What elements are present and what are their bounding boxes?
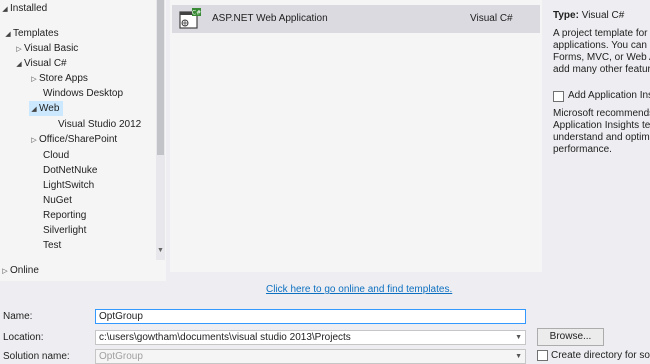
tree-item-label: Visual Studio 2012 — [58, 119, 142, 130]
collapse-arrow-icon[interactable]: ◢ — [3, 27, 13, 42]
name-input[interactable]: OptGroup — [95, 309, 526, 324]
app-insights-line: Application Insights tel — [553, 120, 650, 131]
tree-item-online[interactable]: ▷ Online — [0, 263, 39, 278]
tree-item-test[interactable]: Test — [43, 238, 61, 253]
solution-name-value: OptGroup — [99, 351, 143, 362]
location-combobox[interactable]: c:\users\gowtham\documents\visual studio… — [95, 330, 526, 345]
tree-item-store-apps[interactable]: ▷ Store Apps — [29, 71, 88, 86]
template-tree: ◢ Installed ◢ Templates ▷ Visual Basic ◢ Vis… — [0, 0, 166, 281]
tree-item-lightswitch[interactable]: LightSwitch — [43, 178, 94, 193]
tree-item-label: Online — [10, 265, 39, 276]
collapse-arrow-icon[interactable]: ◢ — [29, 102, 39, 117]
browse-button[interactable]: Browse... — [537, 328, 604, 346]
template-name: ASP.NET Web Application — [212, 13, 328, 24]
app-insights-label: Add Application Ins — [568, 90, 650, 101]
app-insights-line: Microsoft recommends — [553, 108, 650, 119]
tree-item-label: Templates — [13, 28, 59, 39]
tree-scrollbar-thumb[interactable] — [157, 0, 164, 155]
tree-item-label: Visual Basic — [24, 43, 79, 54]
tree-item-visual-studio-2012[interactable]: Visual Studio 2012 — [58, 117, 141, 132]
tree-item-label: Store Apps — [39, 73, 88, 84]
tree-item-silverlight[interactable]: Silverlight — [43, 223, 86, 238]
dropdown-arrow-icon[interactable]: ▼ — [515, 331, 522, 344]
description-line: applications. You can c — [553, 40, 650, 51]
template-list — [170, 0, 542, 272]
expand-arrow-icon[interactable]: ▷ — [29, 72, 39, 87]
expand-arrow-icon[interactable]: ▷ — [0, 264, 10, 279]
app-insights-line: performance. — [553, 144, 612, 155]
expand-arrow-icon[interactable]: ▷ — [29, 133, 39, 148]
solution-name-label: Solution name: — [3, 351, 70, 362]
description-line: A project template for c — [553, 28, 650, 39]
tree-item-label: Installed — [10, 3, 48, 14]
svg-text:C#: C# — [192, 10, 201, 17]
collapse-arrow-icon[interactable]: ◢ — [14, 57, 24, 72]
location-value: c:\users\gowtham\documents\visual studio… — [99, 332, 351, 343]
type-value: Visual C# — [581, 10, 625, 21]
app-insights-line: understand and optimi — [553, 132, 650, 143]
tree-item-dotnetnuke[interactable]: DotNetNuke — [43, 163, 97, 178]
tree-item-templates[interactable]: ◢ Templates — [3, 26, 59, 42]
description-line: add many other feature — [553, 64, 650, 75]
solution-name-input[interactable]: OptGroup ▼ — [95, 349, 526, 364]
name-label: Name: — [3, 311, 33, 322]
template-language: Visual C# — [470, 13, 513, 24]
tree-item-windows-desktop[interactable]: Windows Desktop — [43, 86, 123, 101]
dropdown-arrow-icon[interactable]: ▼ — [515, 350, 522, 363]
tree-item-label: Cloud — [43, 150, 70, 161]
find-templates-online-link[interactable]: Click here to go online and find templat… — [266, 284, 452, 295]
tree-item-label: DotNetNuke — [43, 165, 98, 176]
create-directory-label: Create directory for solu — [551, 350, 650, 361]
tree-item-label: NuGet — [43, 195, 72, 206]
location-label: Location: — [3, 332, 44, 343]
aspnet-web-app-icon: C# — [179, 8, 201, 30]
tree-item-visual-csharp[interactable]: ◢ Visual C# — [14, 56, 67, 72]
scroll-down-arrow-icon[interactable]: ▼ — [156, 246, 165, 256]
collapse-arrow-icon[interactable]: ◢ — [0, 2, 10, 17]
tree-item-label: Reporting — [43, 210, 87, 221]
expand-arrow-icon[interactable]: ▷ — [14, 42, 24, 57]
tree-item-label: Silverlight — [43, 225, 87, 236]
app-insights-checkbox[interactable] — [553, 91, 564, 102]
tree-item-cloud[interactable]: Cloud — [43, 148, 69, 163]
tree-item-reporting[interactable]: Reporting — [43, 208, 86, 223]
tree-item-web[interactable]: ◢ Web — [29, 101, 64, 117]
tree-item-office-sharepoint[interactable]: ▷ Office/SharePoint — [29, 132, 117, 147]
tree-item-label: Web — [39, 103, 60, 114]
template-description-panel: Type: Visual C# A project template for c… — [548, 0, 650, 290]
type-row: Type: Visual C# — [553, 10, 624, 22]
create-directory-checkbox[interactable] — [537, 350, 548, 361]
description-line: Forms, MVC, or Web A — [553, 52, 650, 63]
tree-item-visual-basic[interactable]: ▷ Visual Basic — [14, 41, 78, 56]
tree-item-label: Windows Desktop — [43, 88, 124, 99]
tree-item-label: Visual C# — [24, 58, 67, 69]
tree-item-label: Test — [43, 240, 62, 251]
tree-item-nuget[interactable]: NuGet — [43, 193, 72, 208]
type-label: Type: — [553, 10, 579, 21]
tree-item-label: LightSwitch — [43, 180, 95, 191]
tree-item-label: Office/SharePoint — [39, 134, 118, 145]
tree-item-installed[interactable]: ◢ Installed — [0, 1, 47, 16]
